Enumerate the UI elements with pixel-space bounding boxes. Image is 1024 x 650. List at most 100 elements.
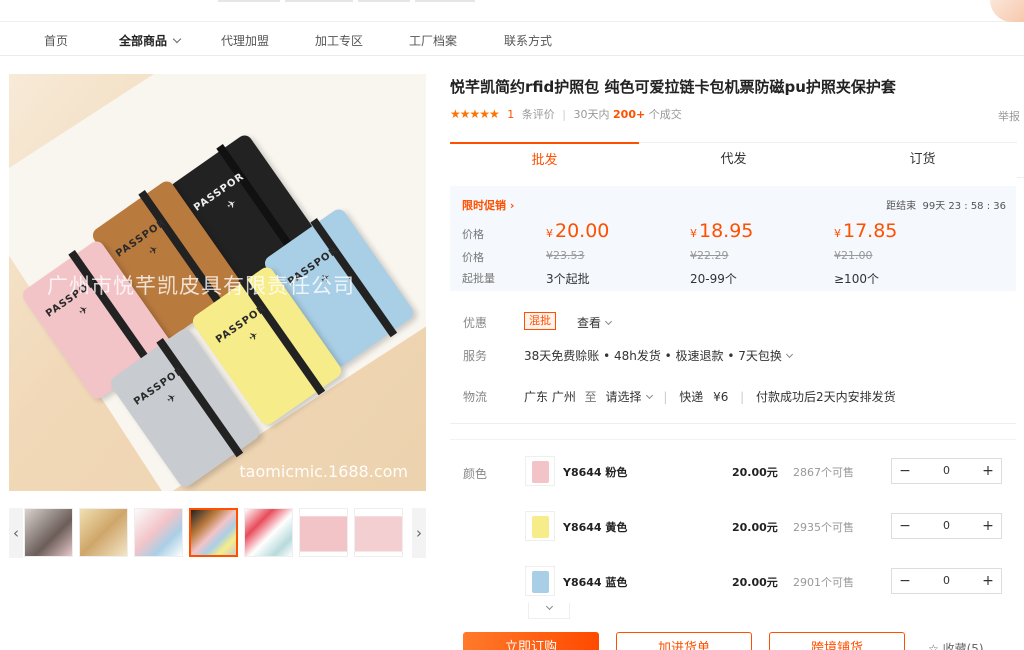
original-price-label: 价格 [462, 251, 484, 264]
mixed-batch-badge: 混批 [524, 312, 556, 330]
tier-price: ¥17.85 [834, 220, 897, 242]
service-label: 服务 [463, 349, 488, 363]
thumbnail[interactable] [79, 508, 128, 557]
sku-name: Y8644 黄色 [563, 521, 628, 534]
sku-stock: 2935个可售 [793, 521, 854, 534]
sku-row: Y8644 黄色 20.00元 2935个可售 − 0 + [450, 507, 1016, 547]
shop-nav: 首页 全部商品 代理加盟 加工专区 工厂档案 联系方式 [0, 22, 1024, 56]
favorite-button[interactable]: ☆ 收藏(5) [928, 640, 984, 650]
thumbnail[interactable] [244, 508, 293, 557]
tier-original-price: ¥21.00 [834, 249, 873, 262]
sku-price: 20.00元 [732, 521, 778, 534]
rating-summary: ★★★★★ 1 条评价 | 30天内 200+ 个成交 [450, 106, 682, 122]
destination-select[interactable]: 请选择 [606, 390, 653, 404]
sku-stock: 2867个可售 [793, 466, 854, 479]
minus-icon[interactable]: − [892, 459, 918, 483]
currency-symbol: ¥ [834, 227, 841, 240]
chevron-down-icon [172, 34, 182, 44]
expand-sku-button[interactable] [528, 602, 570, 619]
top-fragment [218, 0, 280, 2]
nav-item-agency[interactable]: 代理加盟 [221, 32, 269, 49]
review-count[interactable]: 1 [507, 108, 514, 121]
ship-to-label: 至 [584, 390, 597, 404]
sku-row: Y8644 蓝色 20.00元 2901个可售 − 0 + [450, 562, 1016, 602]
minus-icon[interactable]: − [892, 514, 918, 538]
promo-tag[interactable]: 限时促销 › [462, 197, 514, 213]
minus-icon[interactable]: − [892, 569, 918, 593]
top-fragment [415, 0, 475, 2]
nav-item-all-products[interactable]: 全部商品 [119, 32, 182, 49]
product-title: 悦芊凯简约rfid护照包 纯色可爱拉链卡包机票防磁pu护照夹保护套 [450, 78, 896, 96]
report-link[interactable]: 举报 [998, 108, 1020, 124]
divider: | [663, 390, 668, 404]
moq-label: 起批量 [462, 272, 495, 285]
currency-symbol: ¥ [546, 227, 553, 240]
thumbnail[interactable] [299, 508, 348, 557]
quantity-stepper: − 0 + [891, 458, 1002, 484]
chevron-down-icon [645, 391, 653, 400]
sku-stock: 2901个可售 [793, 576, 854, 589]
chevron-down-icon [785, 350, 793, 359]
tab-preorder[interactable]: 订货 [828, 142, 1017, 178]
sku-name: Y8644 粉色 [563, 466, 628, 479]
site-watermark: taomicmic.1688.com [239, 462, 408, 481]
favorite-label: 收藏(5) [942, 642, 984, 650]
price-panel: 限时促销 › 距结束 99天 23 : 58 : 36 价格 价格 起批量 ¥2… [450, 186, 1016, 291]
sku-price: 20.00元 [732, 466, 778, 479]
nav-item-home[interactable]: 首页 [44, 32, 68, 49]
plane-icon: ✈ [146, 242, 162, 259]
plus-icon[interactable]: + [975, 569, 1001, 593]
top-fragment [358, 0, 410, 2]
tab-wholesale[interactable]: 批发 [450, 142, 639, 178]
sku-row: Y8644 粉色 20.00元 2867个可售 − 0 + [450, 452, 1016, 492]
nav-item-processing[interactable]: 加工专区 [315, 32, 363, 49]
divider: | [740, 390, 745, 404]
thumbnail[interactable] [134, 508, 183, 557]
tier-price-value: 20.00 [555, 220, 610, 242]
cross-border-button[interactable]: 跨境铺货 [769, 632, 905, 650]
nav-item-label: 全部商品 [119, 34, 168, 48]
tier-price-value: 17.85 [843, 220, 898, 242]
review-label: 条评价 [521, 108, 555, 121]
chevron-down-icon [545, 602, 553, 611]
quantity-input[interactable]: 0 [918, 569, 975, 593]
thumbnail[interactable] [354, 508, 403, 557]
discount-view-link[interactable]: 查看 [577, 314, 613, 331]
plus-icon[interactable]: + [975, 459, 1001, 483]
plane-icon: ✈ [224, 196, 240, 213]
service-dropdown[interactable]: 38天免费赊账 • 48h发货 • 极速退款 • 7天包换 [524, 347, 793, 364]
quantity-stepper: − 0 + [891, 568, 1002, 594]
quantity-input[interactable]: 0 [918, 459, 975, 483]
thumbnail-selected[interactable] [189, 508, 238, 557]
buy-now-button[interactable]: 立即订购 [463, 632, 599, 650]
main-product-image[interactable]: PASSPOR ✈ PASSPOR ✈ PASSPOR ✈ PASSPOR ✈ … [9, 74, 426, 491]
tier-original-price: ¥23.53 [546, 249, 585, 262]
ship-note: 付款成功后2天内安排发货 [756, 390, 896, 404]
discount-view-label: 查看 [577, 316, 602, 330]
sku-thumbnail[interactable] [525, 456, 555, 486]
sales-period: 30天内 [573, 108, 610, 121]
express-label: 快递 [679, 390, 704, 404]
tier-original-price: ¥22.29 [690, 249, 729, 262]
plus-icon[interactable]: + [975, 514, 1001, 538]
sku-thumbnail[interactable] [525, 511, 555, 541]
chevron-right-icon[interactable]: › [412, 508, 426, 558]
logistics-label: 物流 [463, 390, 488, 404]
purchase-tabs: 批发 代发 订货 [450, 142, 1024, 178]
quantity-input[interactable]: 0 [918, 514, 975, 538]
price-label: 价格 [462, 228, 484, 241]
divider: | [562, 108, 567, 121]
discount-label: 优惠 [463, 316, 488, 330]
star-outline-icon: ☆ [928, 642, 939, 650]
tier-moq: 20-99个 [690, 272, 737, 286]
logistics-info: 广东 广州 至 请选择 | 快递 ¥6 | 付款成功后2天内安排发货 [524, 388, 896, 405]
header-decoration [990, 0, 1024, 22]
thumbnail[interactable] [24, 508, 73, 557]
nav-item-contact[interactable]: 联系方式 [504, 32, 552, 49]
tab-dropship[interactable]: 代发 [639, 142, 828, 178]
nav-item-factory[interactable]: 工厂档案 [409, 32, 457, 49]
chevron-left-icon[interactable]: ‹ [9, 508, 23, 558]
tier-price: ¥20.00 [546, 220, 609, 242]
sku-thumbnail[interactable] [525, 566, 555, 596]
add-to-cart-button[interactable]: 加进货单 [616, 632, 752, 650]
